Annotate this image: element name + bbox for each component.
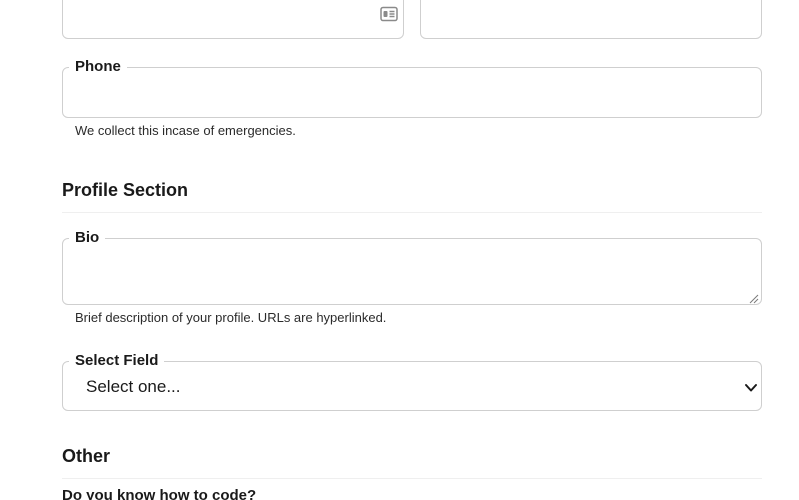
profile-section-heading: Profile Section [62, 180, 189, 200]
select-field-value[interactable]: Select one... [86, 377, 181, 397]
other-section-heading: Other [62, 446, 111, 466]
top-left-input[interactable] [62, 0, 404, 39]
bio-label: Bio [69, 229, 106, 247]
resize-handle-icon[interactable] [748, 291, 759, 304]
select-field-label: Select Field [69, 352, 165, 370]
phone-help-text: We collect this incase of emergencies. [75, 123, 296, 138]
form-page: Phone We collect this incase of emergenc… [0, 0, 799, 500]
bio-help-text: Brief description of your profile. URLs … [75, 310, 387, 325]
other-divider [62, 478, 762, 479]
code-question-label: Do you know how to code? [62, 487, 257, 500]
phone-input[interactable] [62, 67, 762, 118]
phone-label: Phone [69, 58, 127, 76]
profile-divider [62, 212, 762, 213]
top-right-input[interactable] [420, 0, 762, 39]
chevron-down-icon[interactable] [744, 380, 758, 392]
contact-card-icon[interactable] [380, 6, 398, 22]
bio-textarea[interactable] [62, 238, 762, 305]
